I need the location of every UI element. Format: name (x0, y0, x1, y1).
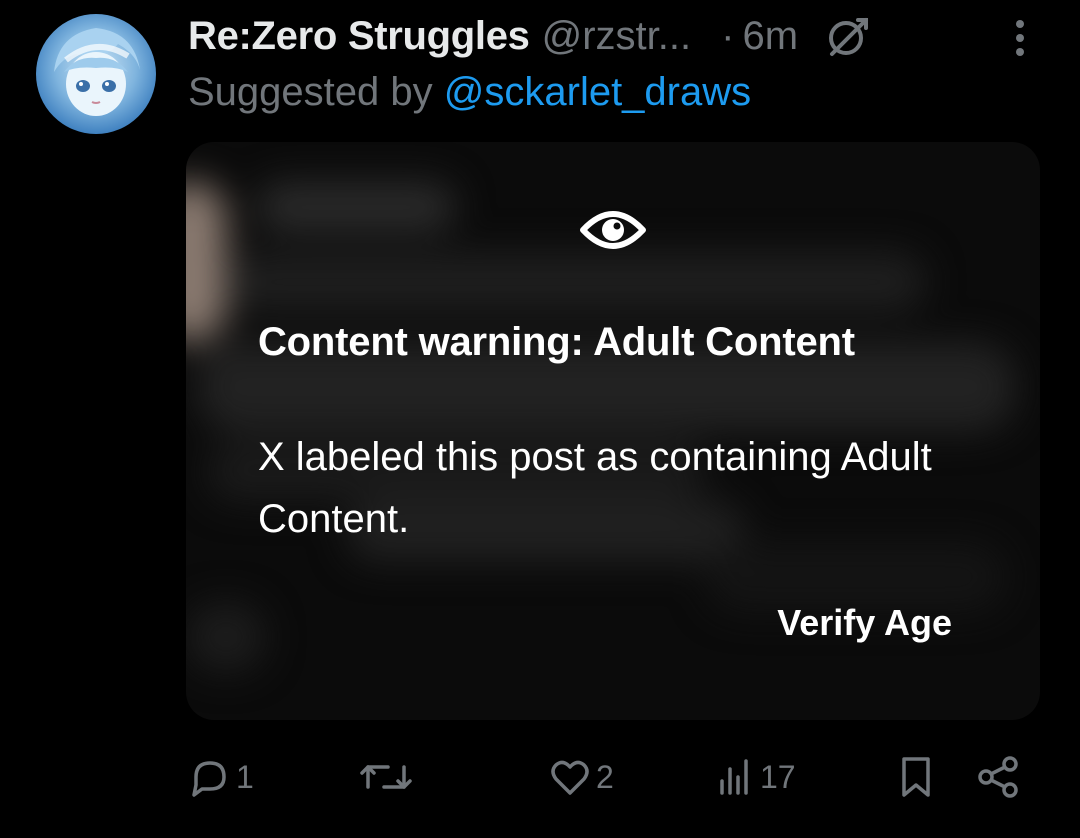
timestamp[interactable]: 6m (742, 14, 798, 59)
post[interactable]: Re:Zero Struggles @rzstr... · 6m Suggest… (0, 0, 1080, 838)
like-button[interactable]: 2 (548, 750, 614, 804)
share-button[interactable] (976, 750, 1020, 804)
display-name[interactable]: Re:Zero Struggles (188, 14, 530, 59)
grok-icon[interactable] (826, 14, 870, 58)
bookmark-button[interactable] (896, 750, 936, 804)
more-options-icon[interactable] (1002, 18, 1038, 58)
sensitive-media-card[interactable]: Content warning: Adult Content X labeled… (186, 142, 1040, 720)
views-count: 17 (760, 758, 796, 795)
views-button[interactable]: 17 (716, 750, 796, 804)
suggested-prefix: Suggested by (188, 70, 433, 114)
like-icon (551, 760, 589, 795)
repost-icon (360, 765, 412, 789)
verify-age-button[interactable]: Verify Age (777, 602, 952, 644)
bookmark-icon (902, 757, 930, 797)
warning-description: X labeled this post as containing Adult … (258, 435, 932, 541)
warning-title: Content warning: Adult Content (258, 320, 855, 364)
separator-dot: · (721, 13, 735, 58)
reply-count: 1 (236, 758, 254, 795)
content-warning-overlay: Content warning: Adult Content X labeled… (186, 142, 1040, 720)
avatar-image (54, 28, 140, 116)
reply-icon (192, 761, 226, 797)
suggested-by-line: Suggested by @sckarlet_draws (188, 70, 751, 115)
like-count: 2 (596, 758, 614, 795)
action-bar: 1 2 17 (0, 750, 1080, 804)
post-header: Re:Zero Struggles @rzstr... · 6m (188, 8, 870, 64)
reply-button[interactable]: 1 (188, 750, 254, 804)
user-handle[interactable]: @rzstr... (542, 14, 692, 59)
avatar[interactable] (36, 14, 156, 134)
views-icon (720, 759, 748, 795)
eye-icon (580, 202, 646, 258)
suggested-by-mention[interactable]: @sckarlet_draws (444, 70, 751, 114)
share-icon (978, 756, 1018, 798)
repost-button[interactable] (358, 750, 418, 804)
